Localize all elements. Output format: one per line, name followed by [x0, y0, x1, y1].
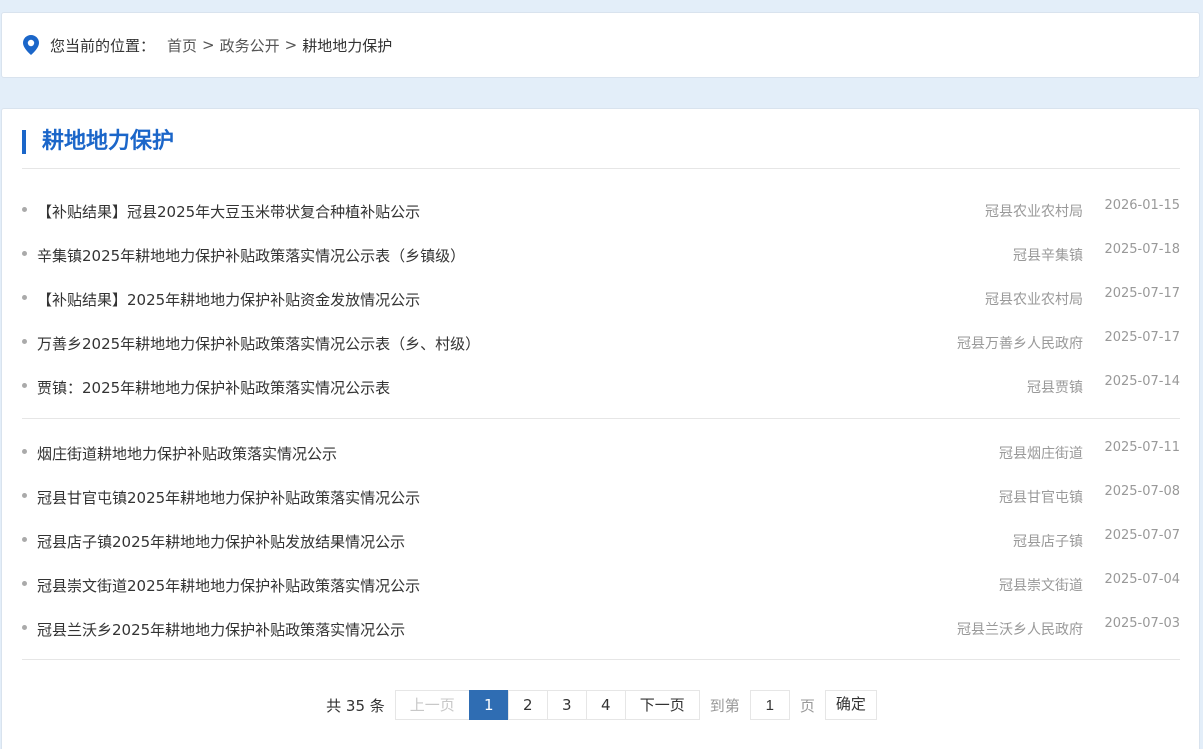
list-item[interactable]: 万善乡2025年耕地地力保护补贴政策落实情况公示表（乡、村级） 冠县万善乡人民政… — [22, 323, 1180, 367]
breadcrumb-separator: > — [284, 36, 298, 54]
news-title-link[interactable]: 【补贴结果】冠县2025年大豆玉米带状复合种植补贴公示 — [37, 201, 420, 222]
bullet-dot — [22, 625, 27, 630]
news-source: 冠县店子镇 — [1013, 534, 1083, 550]
news-date: 2025-07-11 — [1104, 440, 1180, 455]
list-item[interactable]: 冠县店子镇2025年耕地地力保护补贴发放结果情况公示 冠县店子镇 2025-07… — [22, 521, 1180, 565]
news-source: 冠县万善乡人民政府 — [957, 336, 1083, 352]
news-date: 2025-07-07 — [1104, 528, 1180, 543]
news-list: 烟庄街道耕地地力保护补贴政策落实情况公示 冠县烟庄街道 2025-07-11 冠… — [22, 433, 1180, 653]
list-item[interactable]: 冠县甘官屯镇2025年耕地地力保护补贴政策落实情况公示 冠县甘官屯镇 2025-… — [22, 477, 1180, 521]
bullet-dot — [22, 383, 27, 388]
list-item[interactable]: 冠县兰沃乡2025年耕地地力保护补贴政策落实情况公示 冠县兰沃乡人民政府 202… — [22, 609, 1180, 653]
list-divider — [22, 418, 1180, 419]
news-date: 2025-07-17 — [1104, 330, 1180, 345]
news-source: 冠县农业农村局 — [985, 292, 1083, 308]
breadcrumb-separator: > — [202, 36, 215, 54]
bullet-dot — [22, 449, 27, 454]
content-panel: 耕地地力保护 【补贴结果】冠县2025年大豆玉米带状复合种植补贴公示 冠县农业农… — [1, 108, 1200, 749]
breadcrumb-current: 耕地地力保护 — [302, 36, 393, 55]
bullet-dot — [22, 581, 27, 586]
news-title-link[interactable]: 冠县甘官屯镇2025年耕地地力保护补贴政策落实情况公示 — [37, 487, 420, 508]
news-date: 2025-07-17 — [1104, 286, 1180, 301]
news-title-link[interactable]: 烟庄街道耕地地力保护补贴政策落实情况公示 — [37, 443, 337, 464]
news-source: 冠县崇文街道 — [999, 578, 1083, 594]
news-list: 【补贴结果】冠县2025年大豆玉米带状复合种植补贴公示 冠县农业农村局 2026… — [22, 191, 1180, 411]
breadcrumb-prefix: 您当前的位置： — [50, 36, 156, 55]
news-title-link[interactable]: 贾镇：2025年耕地地力保护补贴政策落实情况公示表 — [37, 377, 390, 398]
title-accent-bar — [22, 130, 26, 154]
news-title-link[interactable]: 万善乡2025年耕地地力保护补贴政策落实情况公示表（乡、村级） — [37, 333, 480, 354]
news-title-link[interactable]: 冠县崇文街道2025年耕地地力保护补贴政策落实情况公示 — [37, 575, 420, 596]
list-divider — [22, 659, 1180, 660]
news-source: 冠县甘官屯镇 — [999, 490, 1083, 506]
page-button-4[interactable]: 4 — [585, 690, 626, 720]
news-title-link[interactable]: 冠县兰沃乡2025年耕地地力保护补贴政策落实情况公示 — [37, 619, 405, 640]
news-title-link[interactable]: 冠县店子镇2025年耕地地力保护补贴发放结果情况公示 — [37, 531, 405, 552]
pagination-total: 共 35 条 — [326, 696, 385, 715]
news-source: 冠县兰沃乡人民政府 — [957, 622, 1083, 638]
news-source: 冠县农业农村局 — [985, 204, 1083, 220]
list-item[interactable]: 冠县崇文街道2025年耕地地力保护补贴政策落实情况公示 冠县崇文街道 2025-… — [22, 565, 1180, 609]
news-date: 2025-07-04 — [1104, 572, 1180, 587]
list-item[interactable]: 贾镇：2025年耕地地力保护补贴政策落实情况公示表 冠县贾镇 2025-07-1… — [22, 367, 1180, 411]
news-source: 冠县烟庄街道 — [999, 446, 1083, 462]
bullet-dot — [22, 537, 27, 542]
list-item[interactable]: 【补贴结果】冠县2025年大豆玉米带状复合种植补贴公示 冠县农业农村局 2026… — [22, 191, 1180, 235]
news-date: 2026-01-15 — [1104, 198, 1180, 213]
goto-label: 到第 — [709, 696, 740, 715]
page-unit-label: 页 — [799, 696, 815, 715]
section-header: 耕地地力保护 — [22, 127, 1180, 169]
news-source: 冠县贾镇 — [1027, 380, 1083, 396]
confirm-goto-button[interactable]: 确定 — [824, 690, 877, 720]
list-item[interactable]: 【补贴结果】2025年耕地地力保护补贴资金发放情况公示 冠县农业农村局 2025… — [22, 279, 1180, 323]
news-title-link[interactable]: 【补贴结果】2025年耕地地力保护补贴资金发放情况公示 — [37, 289, 420, 310]
bullet-dot — [22, 207, 27, 212]
breadcrumb: 您当前的位置： 首页 > 政务公开 > 耕地地力保护 — [1, 12, 1200, 78]
page-button-1[interactable]: 1 — [468, 690, 509, 720]
list-item[interactable]: 辛集镇2025年耕地地力保护补贴政策落实情况公示表（乡镇级） 冠县辛集镇 202… — [22, 235, 1180, 279]
page-button-3[interactable]: 3 — [546, 690, 587, 720]
list-item[interactable]: 烟庄街道耕地地力保护补贴政策落实情况公示 冠县烟庄街道 2025-07-11 — [22, 433, 1180, 477]
news-source: 冠县辛集镇 — [1013, 248, 1083, 264]
breadcrumb-home-link[interactable]: 首页 — [167, 35, 197, 56]
news-date: 2025-07-03 — [1104, 616, 1180, 631]
news-date: 2025-07-18 — [1104, 242, 1180, 257]
page-button-2[interactable]: 2 — [507, 690, 548, 720]
bullet-dot — [22, 339, 27, 344]
bullet-dot — [22, 493, 27, 498]
next-page-button[interactable]: 下一页 — [624, 690, 700, 720]
prev-page-button[interactable]: 上一页 — [394, 690, 470, 720]
bullet-dot — [22, 251, 27, 256]
bullet-dot — [22, 295, 27, 300]
breadcrumb-gov-affairs-link[interactable]: 政务公开 — [220, 35, 280, 56]
goto-page-input[interactable] — [749, 690, 790, 720]
location-pin-icon — [22, 35, 40, 55]
news-date: 2025-07-08 — [1104, 484, 1180, 499]
news-title-link[interactable]: 辛集镇2025年耕地地力保护补贴政策落实情况公示表（乡镇级） — [37, 245, 465, 266]
pagination: 共 35 条 上一页 1 2 3 4 下一页 到第 页 确定 — [2, 690, 1201, 720]
news-date: 2025-07-14 — [1104, 374, 1180, 389]
page-title: 耕地地力保护 — [42, 129, 175, 154]
